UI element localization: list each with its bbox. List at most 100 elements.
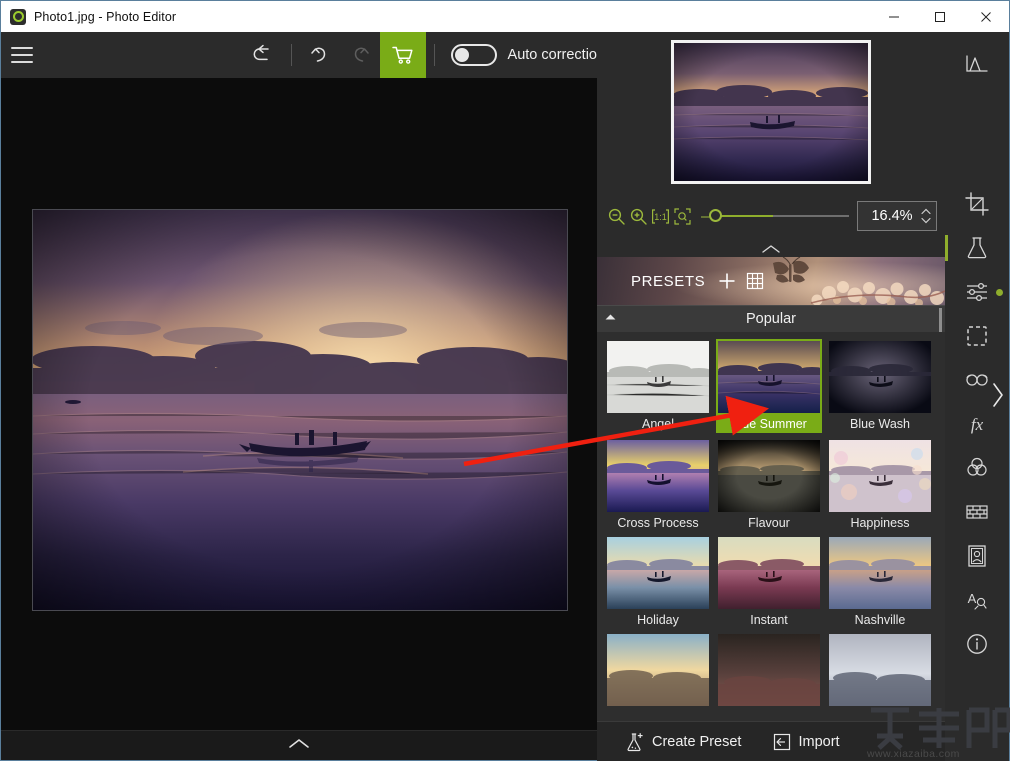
presets-action-bar: Create Preset Import — [597, 721, 945, 761]
zoom-slider[interactable]: – — [701, 206, 849, 226]
create-preset-button[interactable]: Create Preset — [625, 732, 741, 752]
flask-plus-icon — [625, 732, 645, 752]
preset-thumbnail — [718, 634, 820, 706]
preset-label: Nashville — [854, 613, 906, 627]
histogram-icon[interactable] — [945, 42, 1009, 86]
auto-correction-control[interactable]: Auto correctio — [450, 44, 597, 66]
preset-item-holiday[interactable]: Holiday — [607, 537, 709, 627]
preset-thumbnail — [607, 537, 709, 609]
svg-text:1:1: 1:1 — [654, 212, 667, 222]
preset-item-blue-wash[interactable]: Blue Wash — [829, 341, 931, 433]
right-panel: 1:1 – 16.4% PRESETS Popular Angel Blue S… — [597, 32, 945, 761]
maximize-button[interactable] — [917, 1, 963, 32]
svg-text:A: A — [968, 591, 977, 606]
adjustments-badge — [996, 289, 1003, 296]
zoom-slider-handle[interactable] — [709, 209, 723, 222]
chevron-up-icon[interactable] — [288, 737, 310, 755]
preset-label: Angel — [642, 417, 674, 431]
crop-icon[interactable] — [945, 182, 1009, 226]
preset-item-nashville[interactable]: Nashville — [829, 537, 931, 627]
presets-title: PRESETS — [631, 272, 706, 290]
info-icon[interactable] — [945, 622, 1009, 666]
auto-correction-label: Auto correctio — [507, 47, 597, 63]
preset-item-partial-2[interactable] — [718, 634, 820, 710]
presets-scrollbar[interactable] — [939, 308, 942, 332]
window-controls — [871, 1, 1009, 32]
frame-portrait-icon[interactable] — [945, 534, 1009, 578]
preset-thumbnail — [829, 440, 931, 512]
hamburger-menu-icon[interactable] — [11, 47, 33, 63]
preset-item-instant[interactable]: Instant — [718, 537, 820, 627]
zoom-in-icon[interactable] — [629, 207, 648, 226]
preset-thumbnail — [829, 634, 931, 706]
zoom-stepper[interactable] — [920, 207, 932, 225]
plus-icon[interactable] — [717, 271, 737, 291]
panel-expand-chevron[interactable] — [991, 381, 1005, 414]
zoom-percentage: 16.4% — [871, 208, 913, 224]
one-to-one-icon[interactable]: 1:1 — [651, 207, 670, 226]
close-button[interactable] — [963, 1, 1009, 32]
preset-thumbnail — [829, 341, 931, 413]
app-logo-icon — [10, 8, 26, 25]
navigator-collapse-bar[interactable] — [597, 240, 945, 257]
preset-item-partial-1[interactable] — [607, 634, 709, 710]
text-tool-icon[interactable]: A — [945, 578, 1009, 622]
presets-grid[interactable]: Angel Blue Summer Blue Wash Cross Proces… — [597, 333, 945, 721]
preset-item-cross-process[interactable]: Cross Process — [607, 440, 709, 530]
preset-label: Blue Summer — [731, 417, 807, 431]
preset-thumbnail — [607, 634, 709, 706]
preset-row: Holiday Instant Nashville — [607, 537, 935, 627]
selection-marquee-icon[interactable] — [945, 314, 1009, 358]
preset-label: Flavour — [748, 516, 790, 530]
adjustments-sliders-icon[interactable] — [945, 270, 1009, 314]
preset-row-partial — [607, 634, 935, 710]
preset-item-partial-3[interactable] — [829, 634, 931, 710]
canvas-area[interactable] — [1, 78, 597, 730]
title-bar: Photo1.jpg - Photo Editor — [1, 1, 1009, 32]
texture-icon[interactable] — [945, 490, 1009, 534]
redo-button[interactable] — [340, 32, 380, 78]
preset-thumbnail — [829, 537, 931, 609]
grid-view-icon[interactable] — [746, 272, 764, 290]
photo-canvas[interactable] — [32, 209, 568, 611]
preset-thumbnail — [607, 440, 709, 512]
preset-row: Angel Blue Summer Blue Wash — [607, 339, 935, 433]
auto-correction-toggle[interactable] — [450, 44, 497, 66]
stepper-up-icon — [921, 208, 931, 215]
canvas-bottom-bar[interactable] — [1, 730, 597, 760]
preset-label: Blue Wash — [850, 417, 910, 431]
toolbar-divider-2 — [433, 44, 435, 66]
preset-item-angel[interactable]: Angel — [607, 341, 709, 433]
photo-image — [33, 210, 567, 610]
chevron-up-icon[interactable] — [761, 244, 781, 254]
preset-item-blue-summer[interactable]: Blue Summer — [716, 339, 822, 433]
preset-row: Cross Process Flavour Happiness — [607, 440, 935, 530]
color-blend-icon[interactable] — [945, 446, 1009, 490]
navigator-thumbnail[interactable] — [671, 40, 871, 184]
import-label: Import — [798, 733, 840, 750]
presets-flask-icon[interactable] — [945, 226, 1009, 270]
presets-header: PRESETS — [597, 257, 945, 305]
preset-label: Instant — [750, 613, 788, 627]
zoom-value-field[interactable]: 16.4% — [857, 201, 937, 231]
stepper-down-icon — [921, 217, 931, 224]
preset-item-flavour[interactable]: Flavour — [718, 440, 820, 530]
navigator-section — [597, 32, 945, 192]
preset-label: Holiday — [637, 613, 679, 627]
preset-item-happiness[interactable]: Happiness — [829, 440, 931, 530]
minimize-button[interactable] — [871, 1, 917, 32]
svg-text:fx: fx — [971, 415, 984, 434]
preset-thumbnail — [718, 440, 820, 512]
import-button[interactable]: Import — [773, 733, 840, 751]
zoom-out-icon[interactable] — [607, 207, 626, 226]
preset-category-header[interactable]: Popular — [597, 305, 945, 333]
shopping-cart-button[interactable] — [379, 32, 426, 78]
reset-button[interactable] — [243, 32, 283, 78]
undo-button[interactable] — [300, 32, 340, 78]
zoom-controls: 1:1 – 16.4% — [597, 192, 945, 240]
fit-to-screen-icon[interactable] — [673, 207, 692, 226]
preset-thumbnail — [607, 341, 709, 413]
create-preset-label: Create Preset — [652, 733, 742, 750]
zoom-slider-track[interactable] — [709, 209, 849, 222]
preset-label: Cross Process — [617, 516, 699, 530]
